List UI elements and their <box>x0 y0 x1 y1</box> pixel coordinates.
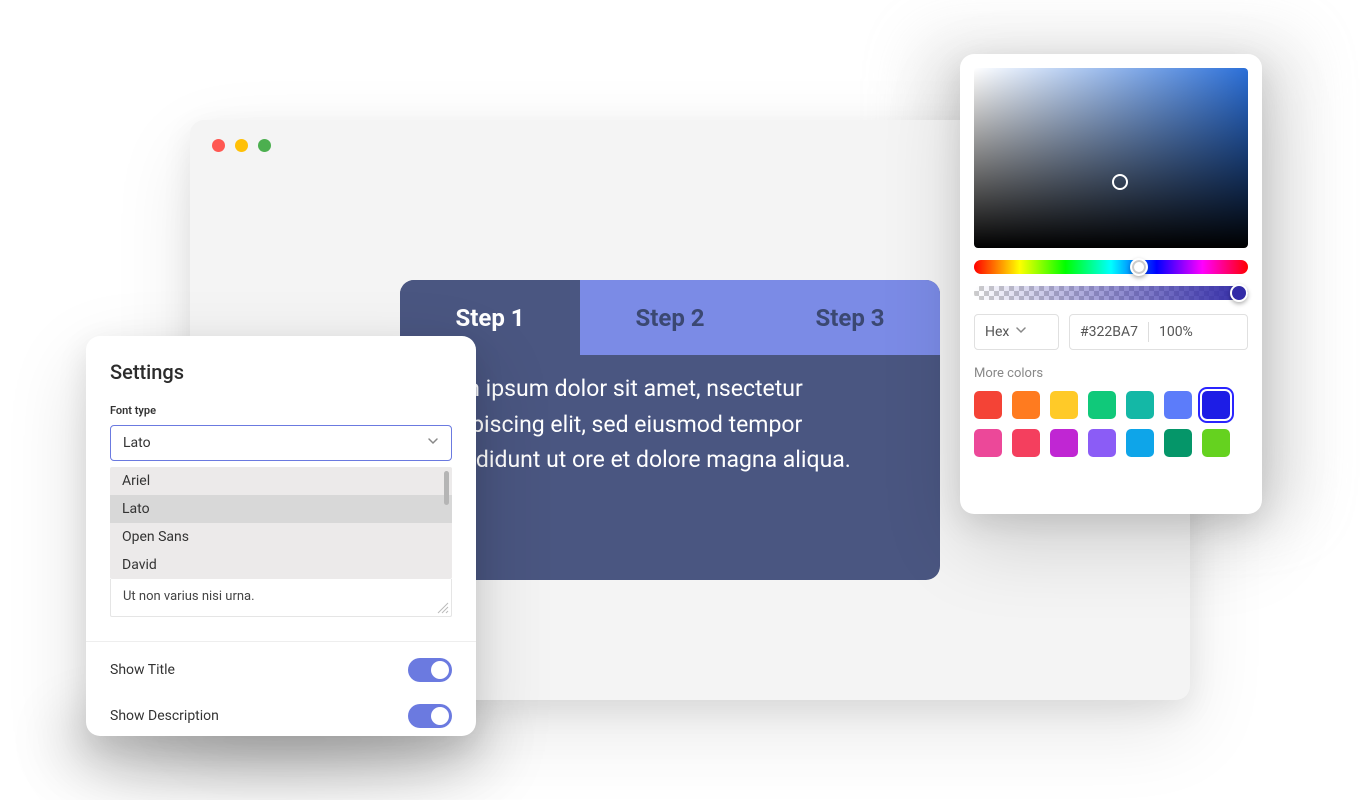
alpha-slider[interactable] <box>974 286 1248 300</box>
tab-label: Step 2 <box>635 304 704 332</box>
color-swatch[interactable] <box>1012 391 1040 419</box>
show-description-toggle[interactable] <box>408 704 452 728</box>
settings-title: Settings <box>110 360 452 384</box>
font-type-select[interactable]: Lato <box>110 425 452 461</box>
color-swatch[interactable] <box>1088 391 1116 419</box>
show-title-row: Show Title <box>110 642 452 698</box>
hue-thumb[interactable] <box>1130 258 1148 276</box>
settings-panel: Settings Font type Lato Ariel Lato Open … <box>86 336 476 736</box>
description-textarea[interactable]: Ut non varius nisi urna. <box>110 579 452 617</box>
alpha-thumb[interactable] <box>1230 284 1248 302</box>
select-value: Lato <box>123 435 427 451</box>
steps-body-text: rem ipsum dolor sit amet, nsectetur adip… <box>400 355 940 508</box>
divider <box>1148 322 1149 342</box>
color-picker-panel: Hex #322BA7 100% More colors <box>960 54 1262 514</box>
font-option[interactable]: David <box>110 551 452 579</box>
color-swatch[interactable] <box>1202 391 1230 419</box>
close-icon[interactable] <box>212 139 225 152</box>
color-swatch[interactable] <box>1050 429 1078 457</box>
chevron-down-icon <box>427 435 439 451</box>
font-option[interactable]: Ariel <box>110 467 452 495</box>
color-swatch[interactable] <box>1088 429 1116 457</box>
color-swatch[interactable] <box>974 391 1002 419</box>
minimize-icon[interactable] <box>235 139 248 152</box>
show-description-row: Show Description <box>110 698 452 744</box>
font-option[interactable]: Open Sans <box>110 523 452 551</box>
scrollbar[interactable] <box>444 471 449 505</box>
sv-cursor[interactable] <box>1112 174 1128 190</box>
textarea-value: Ut non varius nisi urna. <box>123 589 255 604</box>
chevron-down-icon <box>1015 324 1027 340</box>
color-inputs: Hex #322BA7 100% <box>974 314 1248 350</box>
font-dropdown-list: Ariel Lato Open Sans David <box>110 467 452 579</box>
toggle-knob <box>431 707 449 725</box>
saturation-value-area[interactable] <box>974 68 1248 248</box>
hex-value: #322BA7 <box>1080 324 1138 340</box>
resize-handle-icon[interactable] <box>437 602 449 614</box>
color-swatch[interactable] <box>974 429 1002 457</box>
tab-step-3[interactable]: Step 3 <box>760 280 940 355</box>
hue-slider[interactable] <box>974 260 1248 274</box>
show-title-label: Show Title <box>110 662 175 678</box>
tab-label: Step 1 <box>455 304 524 332</box>
color-swatch[interactable] <box>1012 429 1040 457</box>
steps-widget: Step 1 Step 2 Step 3 rem ipsum dolor sit… <box>400 280 940 580</box>
hex-input[interactable]: #322BA7 100% <box>1069 314 1248 350</box>
color-swatch[interactable] <box>1202 429 1230 457</box>
color-swatch[interactable] <box>1050 391 1078 419</box>
alpha-value: 100% <box>1159 324 1193 340</box>
toggle-knob <box>431 661 449 679</box>
show-title-toggle[interactable] <box>408 658 452 682</box>
color-swatch[interactable] <box>1164 391 1192 419</box>
font-type-label: Font type <box>110 404 452 417</box>
format-value: Hex <box>985 324 1009 340</box>
color-format-select[interactable]: Hex <box>974 314 1059 350</box>
color-swatch[interactable] <box>1164 429 1192 457</box>
tab-step-2[interactable]: Step 2 <box>580 280 760 355</box>
steps-tabs: Step 1 Step 2 Step 3 <box>400 280 940 355</box>
swatch-grid <box>974 391 1248 457</box>
font-option[interactable]: Lato <box>110 495 452 523</box>
more-colors-label: More colors <box>974 366 1248 381</box>
color-swatch[interactable] <box>1126 391 1154 419</box>
tab-label: Step 3 <box>815 304 884 332</box>
show-description-label: Show Description <box>110 708 219 724</box>
color-swatch[interactable] <box>1126 429 1154 457</box>
maximize-icon[interactable] <box>258 139 271 152</box>
